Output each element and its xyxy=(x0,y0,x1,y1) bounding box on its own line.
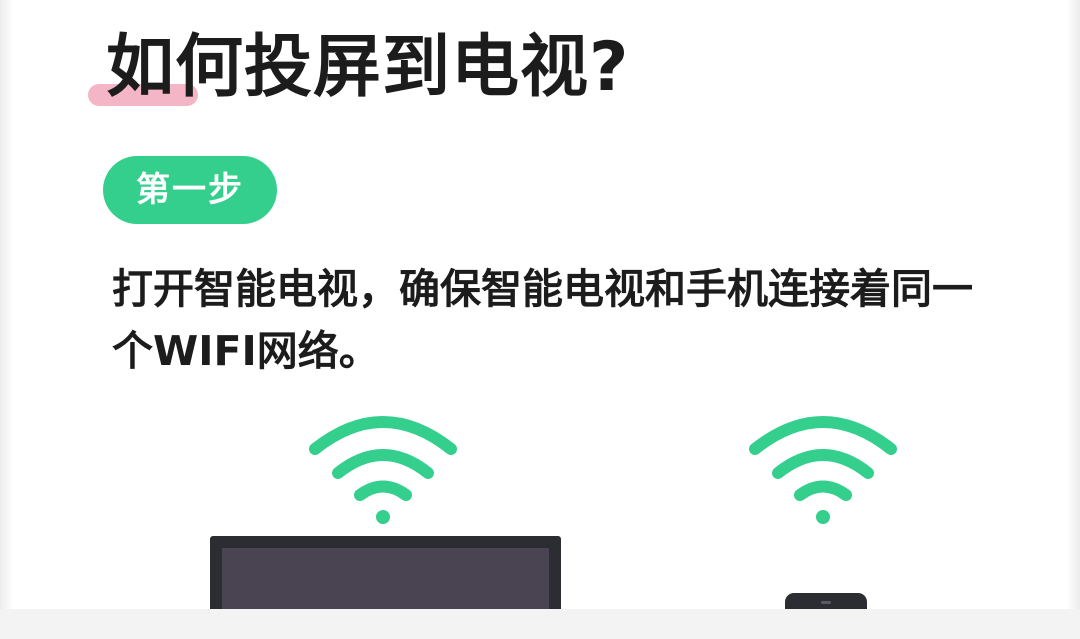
title-block: 如何投屏到电视? xyxy=(88,26,629,110)
phone-speaker xyxy=(821,601,831,604)
page-left-shadow xyxy=(0,0,14,639)
step-description: 打开智能电视，确保智能电视和手机连接着同一个WIFI网络。 xyxy=(112,265,973,375)
wifi-arc-inner xyxy=(354,480,412,501)
wifi-arc-outer xyxy=(309,416,457,455)
wifi-arc-outer xyxy=(749,416,897,455)
article-page: 如何投屏到电视? 第一步 打开智能电视，确保智能电视和手机连接着同一个WIFI网… xyxy=(0,0,1080,639)
step-badge: 第一步 xyxy=(103,156,277,224)
page-title: 如何投屏到电视? xyxy=(106,28,630,107)
wifi-arc-inner xyxy=(794,480,852,501)
wifi-icon xyxy=(309,416,457,524)
bottom-fade xyxy=(0,609,1080,639)
wifi-dot xyxy=(376,510,390,524)
wifi-icon xyxy=(749,416,897,524)
wifi-arc-middle xyxy=(332,449,434,479)
wifi-arc-middle xyxy=(772,449,874,479)
wifi-dot xyxy=(816,510,830,524)
page-right-shadow xyxy=(1066,0,1080,639)
